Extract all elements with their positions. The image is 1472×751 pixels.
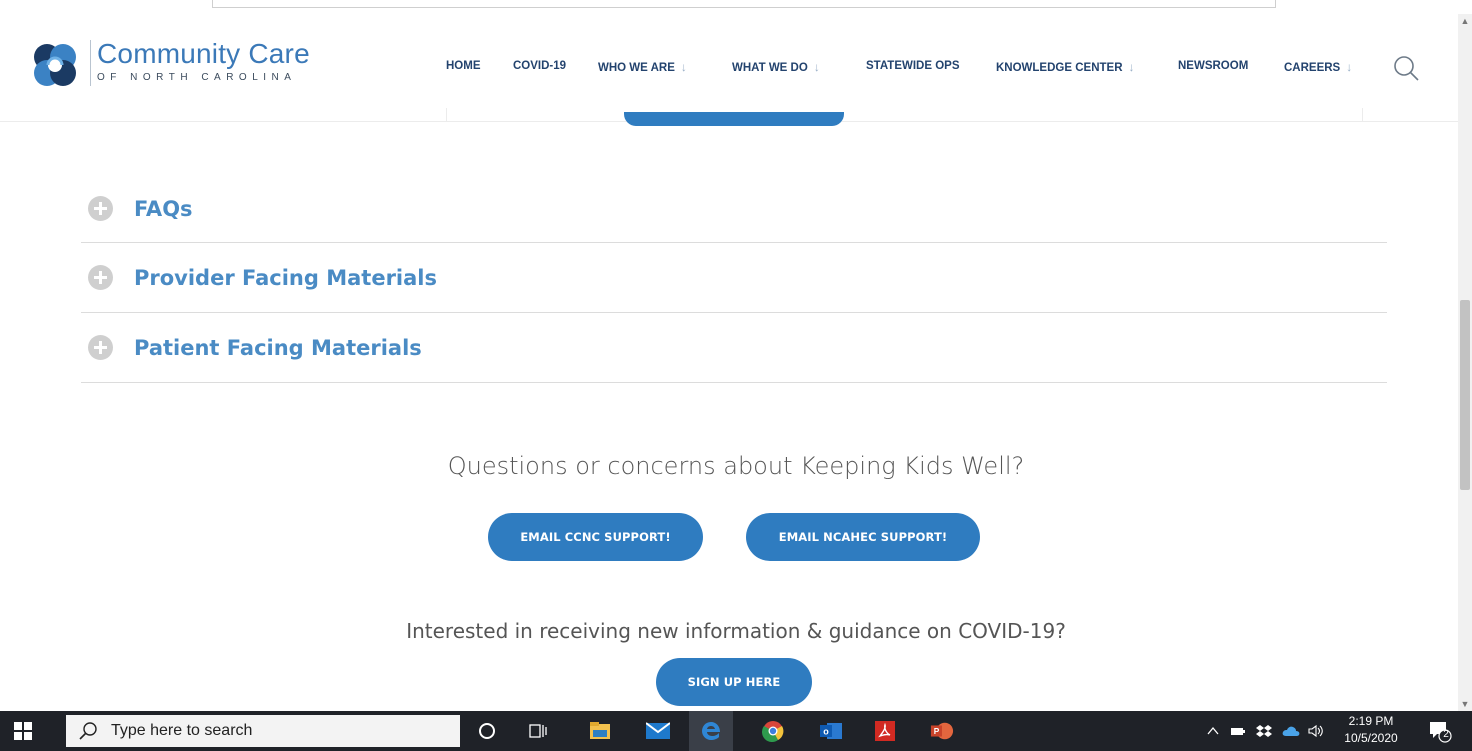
search-icon[interactable] [1392,54,1420,82]
svg-text:o: o [823,727,829,737]
logo-subtitle: OF NORTH CAROLINA [97,72,297,83]
taskbar-clock[interactable]: 2:19 PM 10/5/2020 [1344,713,1398,747]
accordion-label: FAQs [134,196,193,221]
cortana-icon[interactable] [475,719,499,743]
windows-start-button[interactable] [0,711,46,751]
nav-label: WHAT WE DO [732,62,808,74]
chevron-down-icon: ↓ [813,60,820,74]
nav-label: NEWSROOM [1178,60,1249,72]
file-explorer-icon[interactable] [588,719,612,743]
nav-label: COVID-19 [513,60,567,72]
accordion-item-faqs[interactable]: FAQs [81,175,1387,243]
nav-label: KNOWLEDGE CENTER [996,62,1123,74]
chrome-icon[interactable] [761,719,785,743]
contact-heading: Questions or concerns about Keeping Kids… [447,452,1025,480]
edge-icon[interactable] [689,711,733,751]
plus-circle-icon [88,196,113,221]
clock-time: 2:19 PM [1348,714,1394,728]
windows-taskbar: Type here to search o P 2:19 PM 10/5/202… [0,711,1472,751]
accordion-item-provider-materials[interactable]: Provider Facing Materials [81,243,1387,313]
signup-heading: Interested in receiving new information … [406,619,1066,643]
email-ncahec-support-button[interactable]: EMAIL NCAHEC SUPPORT! [746,513,980,561]
accordion-label: Patient Facing Materials [134,335,422,360]
logo-name: Community Care [97,38,310,69]
volume-icon[interactable] [1308,724,1324,738]
site-header: Community Care OF NORTH CAROLINA HOME CO… [0,14,1458,122]
nav-statewide-ops[interactable]: STATEWIDE OPS [866,60,960,72]
taskbar-search-placeholder: Type here to search [111,722,253,739]
acrobat-icon[interactable] [873,719,897,743]
powerpoint-icon[interactable]: P [930,719,954,743]
system-tray [1206,711,1324,751]
chevron-down-icon: ↓ [680,60,687,74]
nav-careers[interactable]: CAREERS ↓ [1284,60,1352,74]
windows-logo-icon [14,722,32,740]
search-icon [79,722,97,740]
plus-circle-icon [88,265,113,290]
browser-address-bar-edge [212,0,1276,8]
page-scrollbar[interactable]: ▲ ▼ [1458,14,1472,711]
battery-icon[interactable] [1230,725,1246,737]
chevron-up-icon[interactable] [1206,724,1220,738]
nav-knowledge-center[interactable]: KNOWLEDGE CENTER ↓ [996,60,1135,74]
nav-who-we-are[interactable]: WHO WE ARE ↓ [598,60,687,74]
header-panel-edge [1362,108,1363,122]
logo-mark-icon [34,44,76,86]
nav-label: WHO WE ARE [598,62,675,74]
svg-text:P: P [934,726,940,736]
chevron-down-icon: ↓ [1128,60,1135,74]
scrollbar-thumb[interactable] [1460,300,1470,490]
nav-newsroom[interactable]: NEWSROOM [1178,60,1248,72]
action-center-icon[interactable]: 2 [1428,719,1452,743]
sign-up-button[interactable]: SIGN UP HERE [656,658,812,706]
nav-label: STATEWIDE OPS [866,60,960,72]
site-logo[interactable]: Community Care OF NORTH CAROLINA [30,40,310,90]
taskbar-search-box[interactable]: Type here to search [66,715,460,747]
browser-top-strip [0,0,1458,14]
nav-label: CAREERS [1284,62,1341,74]
accordion-label: Provider Facing Materials [134,265,438,290]
materials-accordion: FAQs Provider Facing Materials Patient F… [81,175,1387,383]
outlook-icon[interactable]: o [819,719,843,743]
email-ccnc-support-button[interactable]: EMAIL CCNC SUPPORT! [488,513,703,561]
scroll-down-icon[interactable]: ▼ [1458,697,1472,711]
chevron-down-icon: ↓ [1346,60,1353,74]
plus-circle-icon [88,335,113,360]
nav-home[interactable]: HOME [446,60,481,72]
dropbox-icon[interactable] [1256,724,1272,738]
nav-label: HOME [446,60,481,72]
clock-date: 10/5/2020 [1344,731,1398,745]
accordion-item-patient-materials[interactable]: Patient Facing Materials [81,313,1387,383]
notification-count: 2 [1443,729,1449,740]
onedrive-icon[interactable] [1282,725,1300,737]
mail-icon[interactable] [646,719,670,743]
hero-button-partial[interactable] [624,112,844,126]
scroll-up-icon[interactable]: ▲ [1458,14,1472,28]
nav-covid-19[interactable]: COVID-19 [513,60,566,72]
header-panel-edge [446,108,447,122]
nav-what-we-do[interactable]: WHAT WE DO ↓ [732,60,820,74]
logo-text: Community Care OF NORTH CAROLINA [90,40,310,86]
task-view-icon[interactable] [526,719,550,743]
